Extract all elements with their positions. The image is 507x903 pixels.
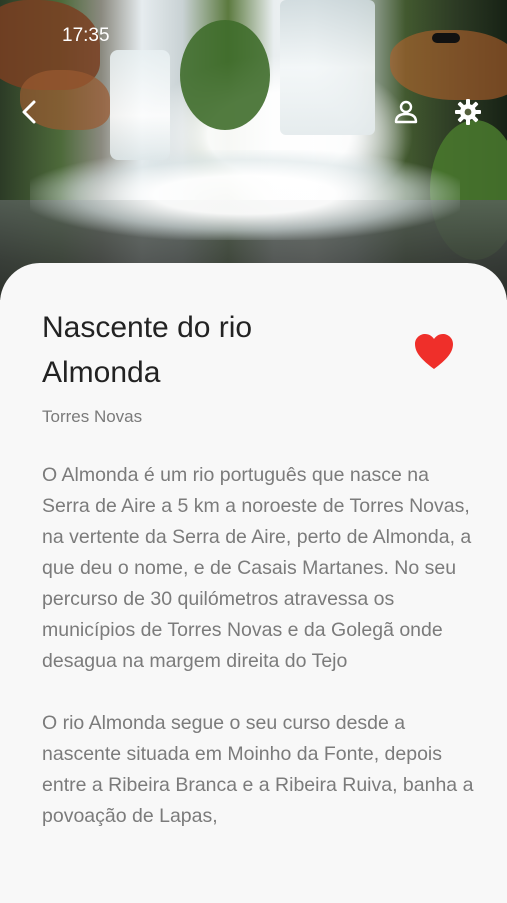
profile-button[interactable] [386, 92, 426, 132]
status-indicator [432, 33, 460, 43]
person-icon [394, 100, 418, 124]
status-time: 17:35 [62, 25, 110, 46]
description-paragraph: O rio Almonda segue o seu curso desde a … [42, 712, 474, 827]
back-button[interactable] [10, 92, 50, 132]
description-paragraph: O Almonda é um rio português que nasce n… [42, 464, 472, 672]
place-location: Torres Novas [42, 407, 143, 426]
place-description: O Almonda é um rio português que nasce n… [42, 460, 474, 863]
heart-icon [415, 334, 453, 369]
place-title: Nascente do rio Almonda [42, 311, 253, 389]
favorite-button[interactable] [412, 332, 456, 372]
settings-button[interactable] [448, 92, 488, 132]
heart-shape [415, 334, 453, 369]
gear-icon [455, 99, 481, 125]
chevron-left-icon [22, 100, 36, 124]
